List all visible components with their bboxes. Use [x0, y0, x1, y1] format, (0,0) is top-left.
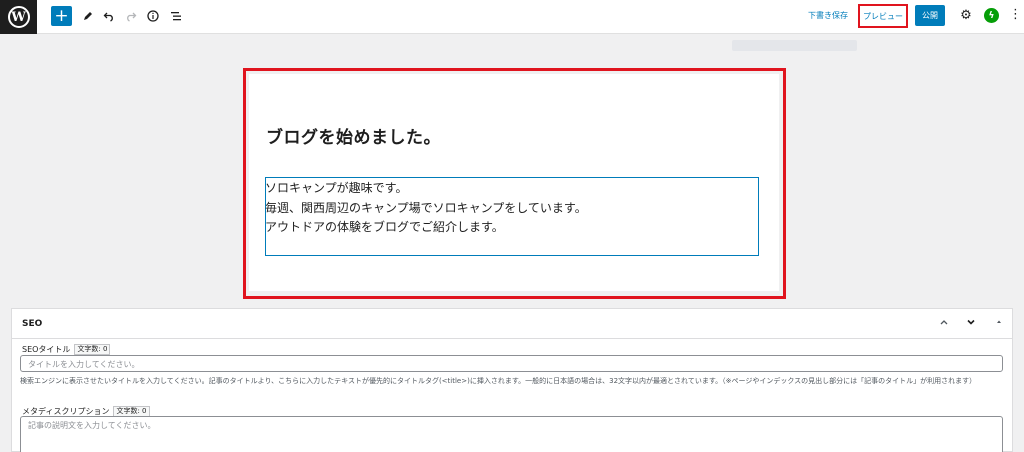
more-options-icon[interactable]: ⋮: [1009, 7, 1022, 22]
post-title[interactable]: ブログを始めました。: [266, 123, 441, 148]
seo-header: SEO: [12, 309, 1012, 339]
wordpress-logo-button[interactable]: W: [0, 0, 37, 34]
undo-icon[interactable]: [99, 6, 119, 26]
paragraph-line: アウトドアの体験をブログでご紹介します。: [265, 220, 504, 234]
publish-button[interactable]: 公開: [915, 5, 945, 26]
seo-meta-box: SEO SEOタイトル 文字数: 0 タイトルを入力してください。 検索エンジン…: [11, 308, 1013, 452]
seo-title-counter: 文字数: 0: [74, 344, 111, 355]
info-icon[interactable]: [143, 6, 163, 26]
save-draft-button[interactable]: 下書き保存: [808, 10, 848, 21]
seo-title-help: 検索エンジンに表示させたいタイトルを入力してください。記事のタイトルより、こちら…: [20, 377, 977, 385]
list-view-icon[interactable]: [166, 6, 186, 26]
paragraph-line: 毎週、関西周辺のキャンプ場でソロキャンプをしています。: [265, 201, 587, 215]
faint-notice: [732, 40, 857, 51]
gear-icon[interactable]: ⚙: [959, 9, 973, 23]
preview-button[interactable]: プレビュー: [858, 4, 908, 28]
seo-title-label: SEOタイトル: [22, 345, 71, 354]
seo-header-title: SEO: [22, 319, 43, 329]
redo-icon[interactable]: [121, 6, 141, 26]
jetpack-icon[interactable]: ϟ: [984, 8, 999, 23]
seo-title-input[interactable]: タイトルを入力してください。: [20, 355, 1003, 372]
add-block-button[interactable]: +: [51, 6, 72, 26]
chevron-up-icon[interactable]: [936, 315, 952, 331]
pencil-icon[interactable]: [78, 6, 98, 26]
toggle-panel-icon[interactable]: [991, 315, 1007, 331]
meta-description-textarea[interactable]: 記事の説明文を入力してください。: [20, 416, 1003, 452]
paragraph-line: ソロキャンプが趣味です。: [265, 181, 408, 195]
seo-title-label-row: SEOタイトル 文字数: 0: [22, 344, 111, 355]
editor-top-toolbar: W + 下書き保存 プレビュー 公開 ⚙ ϟ ⋮: [0, 0, 1024, 34]
chevron-down-icon[interactable]: [963, 315, 979, 331]
wordpress-logo-icon: W: [7, 6, 30, 28]
